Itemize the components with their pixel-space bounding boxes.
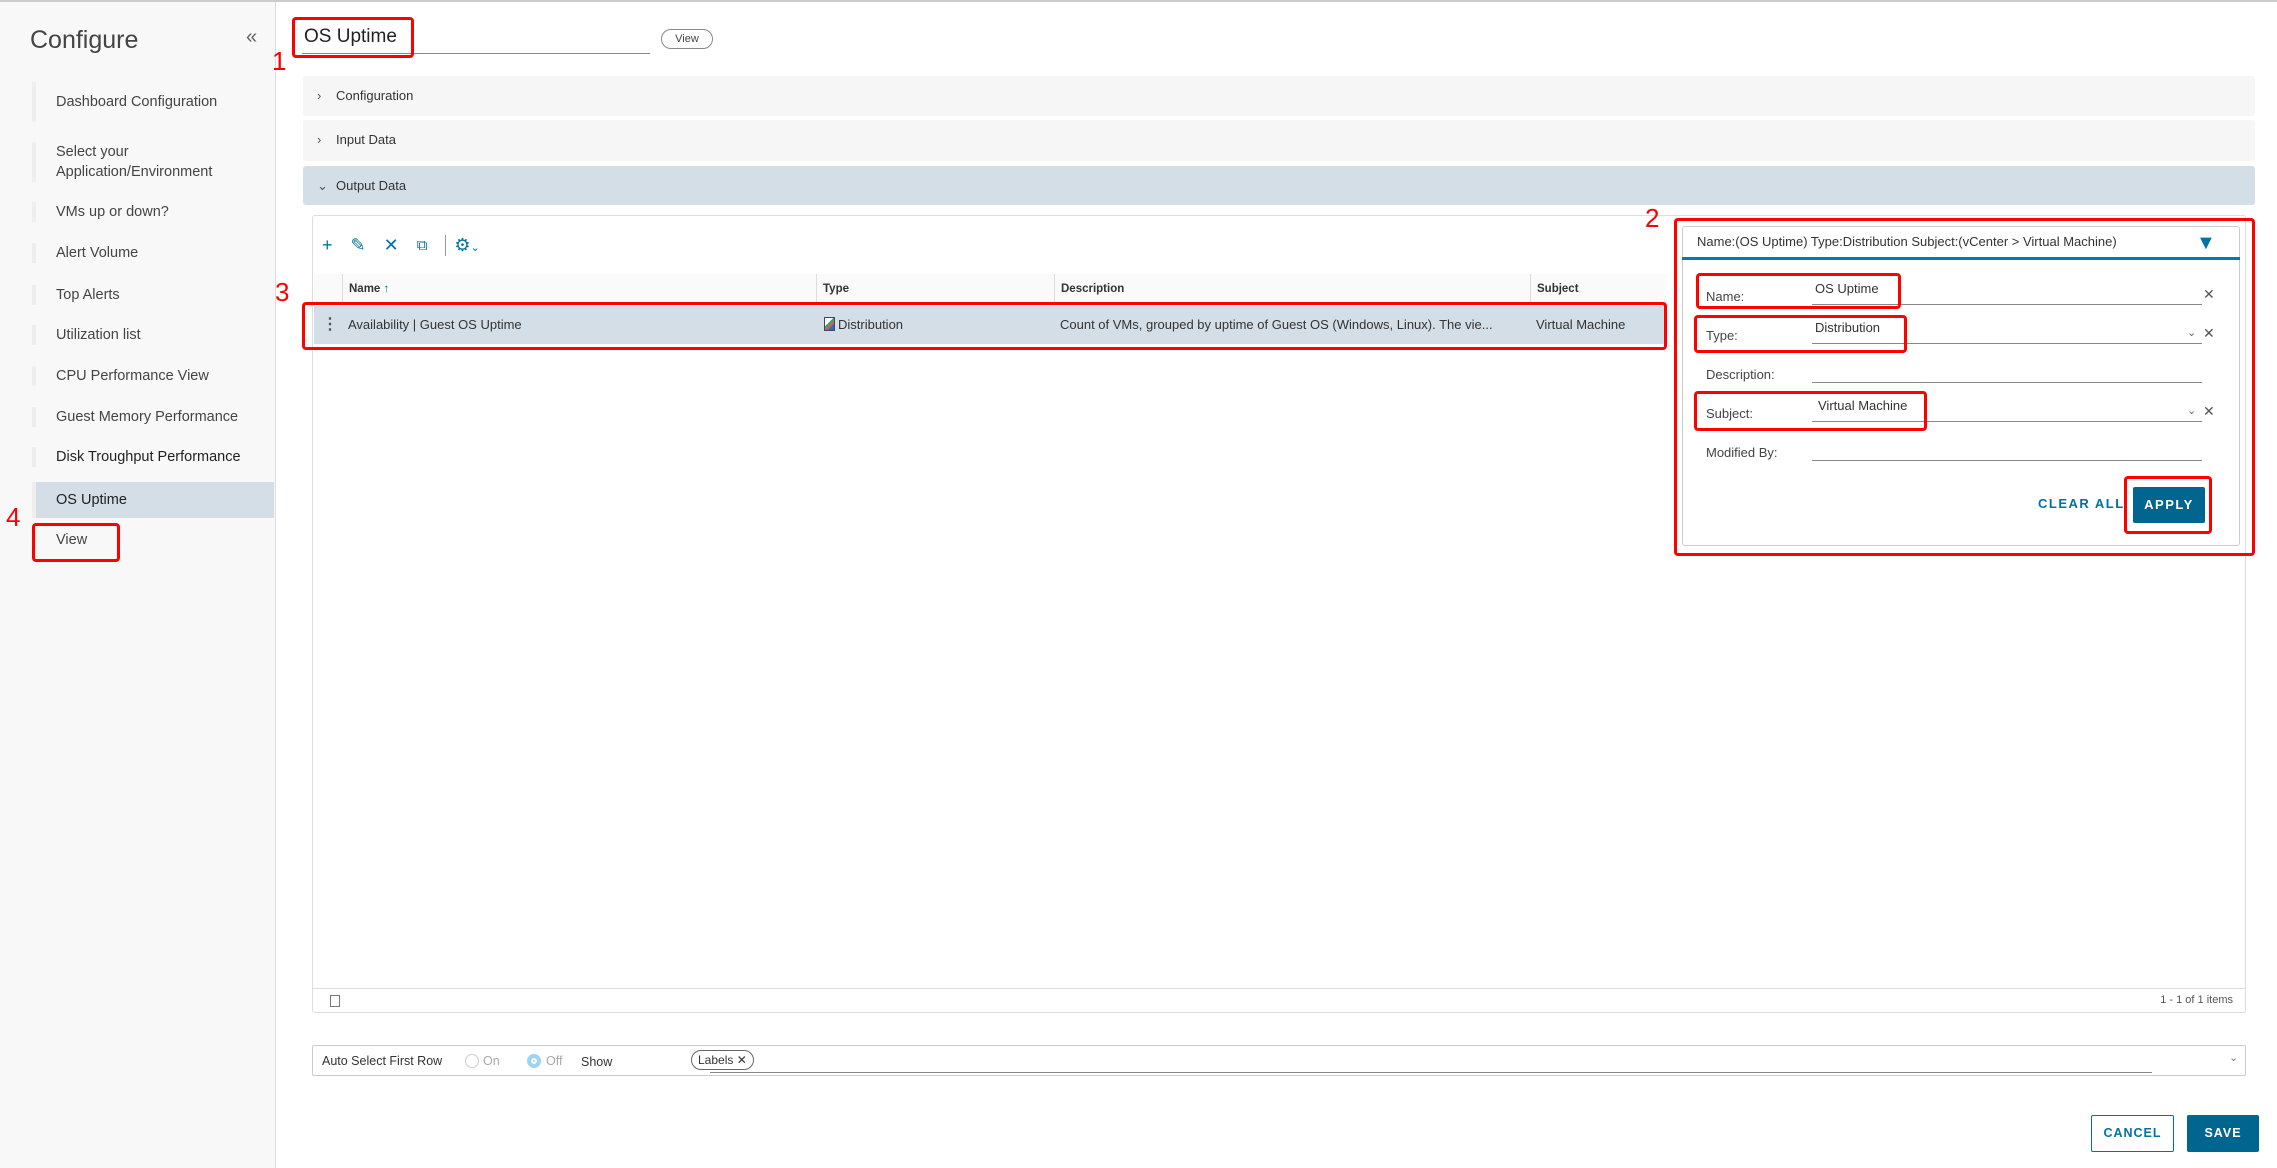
sidebar-item-cpu-performance[interactable]: CPU Performance View xyxy=(32,366,274,386)
annotation-number-4: 4 xyxy=(6,502,21,532)
save-button[interactable]: SAVE xyxy=(2187,1115,2259,1152)
sidebar-item-dashboard-configuration[interactable]: Dashboard Configuration xyxy=(32,82,274,122)
top-border xyxy=(0,0,2277,2)
remove-chip-icon[interactable]: ✕ xyxy=(737,1053,747,1067)
show-select[interactable] xyxy=(710,1048,2152,1073)
sidebar-item-guest-memory[interactable]: Guest Memory Performance xyxy=(32,407,274,427)
accordion-output-data[interactable]: ⌄ Output Data xyxy=(303,166,2255,205)
annotation-box-3 xyxy=(302,302,1667,350)
grid-toolbar: + ✎ ✕ ⧉ ⚙⌄ xyxy=(322,232,480,258)
annotation-number-1: 1 xyxy=(272,46,287,76)
clone-icon[interactable]: ⧉ xyxy=(417,237,428,254)
accordion-label: Input Data xyxy=(336,132,396,147)
column-header-type[interactable]: Type xyxy=(816,274,1054,304)
sidebar-title: Configure xyxy=(30,26,139,54)
annotation-box-4 xyxy=(32,523,120,562)
settings-gear-icon[interactable]: ⚙⌄ xyxy=(445,234,480,256)
show-label: Show xyxy=(581,1055,613,1069)
labels-chip[interactable]: Labels ✕ xyxy=(691,1050,754,1070)
radio-off[interactable] xyxy=(527,1054,541,1068)
view-button[interactable]: View xyxy=(661,29,713,49)
radio-on-label: On xyxy=(483,1054,500,1068)
cancel-button[interactable]: CANCEL xyxy=(2091,1115,2174,1152)
sidebar-item-os-uptime[interactable]: OS Uptime xyxy=(32,482,274,518)
accordion-input-data[interactable]: › Input Data xyxy=(303,120,2255,161)
annotation-box-apply xyxy=(2124,476,2212,534)
annotation-box-subject xyxy=(1694,391,1927,431)
grid-footer: 1 - 1 of 1 items xyxy=(313,988,2245,1012)
view-options-bar: Auto Select First Row On Off Show Labels… xyxy=(312,1045,2246,1076)
sidebar-item-vms-up-down[interactable]: VMs up or down? xyxy=(32,202,274,222)
edit-pencil-icon[interactable]: ✎ xyxy=(351,235,366,256)
collapse-icon[interactable]: « xyxy=(246,26,257,49)
sidebar-item-disk-throughput[interactable]: Disk Troughput Performance xyxy=(32,447,274,467)
sidebar-item-select-application[interactable]: Select your Application/Environment xyxy=(32,142,252,182)
accordion-label: Output Data xyxy=(336,178,407,193)
delete-x-icon[interactable]: ✕ xyxy=(384,235,399,256)
radio-off-label: Off xyxy=(546,1054,563,1068)
annotation-number-2: 2 xyxy=(1645,203,1660,233)
sidebar-item-utilization-list[interactable]: Utilization list xyxy=(32,325,274,345)
annotation-box-name xyxy=(1696,273,1901,309)
column-toggle-icon[interactable] xyxy=(330,995,340,1007)
column-header-description[interactable]: Description xyxy=(1054,274,1532,304)
accordion-configuration[interactable]: › Configuration xyxy=(303,76,2255,116)
add-icon[interactable]: + xyxy=(322,235,333,256)
sidebar-item-top-alerts[interactable]: Top Alerts xyxy=(32,285,274,305)
chevron-right-icon: › xyxy=(317,132,322,147)
column-header-subject[interactable]: Subject xyxy=(1530,274,1666,304)
column-header-name[interactable]: Name ↑ xyxy=(342,274,822,304)
auto-select-label: Auto Select First Row xyxy=(322,1054,443,1068)
annotation-number-3: 3 xyxy=(275,277,290,307)
sort-ascending-icon: ↑ xyxy=(383,283,390,295)
sidebar-item-alert-volume[interactable]: Alert Volume xyxy=(32,243,274,263)
annotation-box-1 xyxy=(292,17,414,58)
chevron-down-icon: ⌄ xyxy=(317,178,328,193)
accordion-label: Configuration xyxy=(336,88,414,103)
radio-on[interactable] xyxy=(465,1054,479,1068)
grid-header: Name ↑ Type Description Subject xyxy=(314,274,1666,304)
chevron-right-icon: › xyxy=(317,88,322,103)
chevron-down-icon[interactable]: ⌄ xyxy=(2229,1051,2238,1064)
annotation-box-type xyxy=(1694,315,1907,353)
pagination-info: 1 - 1 of 1 items xyxy=(2160,994,2233,1006)
